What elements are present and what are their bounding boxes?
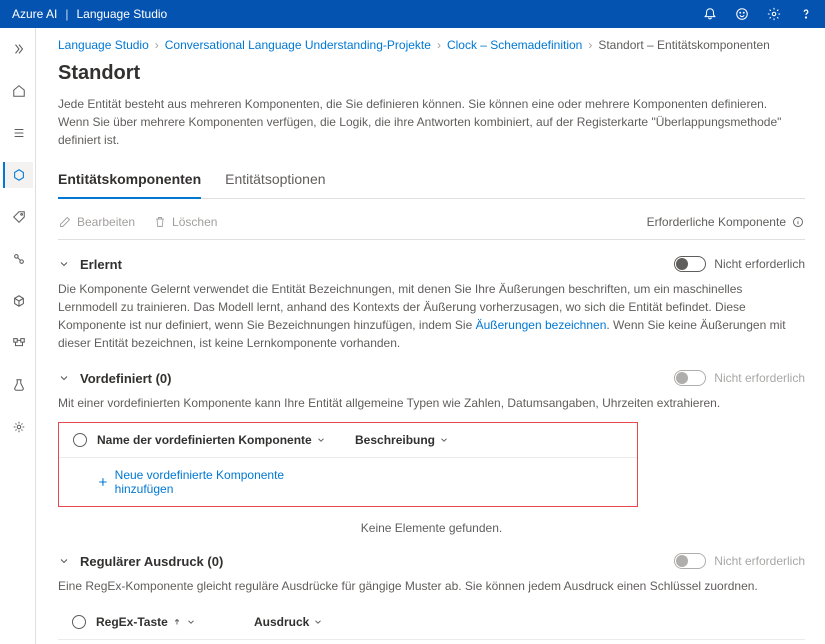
settings-gear-icon[interactable]	[767, 7, 781, 21]
required-label: Erforderliche Komponente	[647, 215, 786, 229]
chevron-down-icon[interactable]	[58, 555, 70, 567]
regex-table-header: RegEx-Taste Ausdruck	[58, 605, 805, 640]
sort-up-icon	[172, 617, 182, 627]
plus-icon	[97, 476, 109, 488]
brand-product: Language Studio	[76, 7, 167, 21]
section-predefined-title: Vordefiniert (0)	[80, 371, 172, 386]
col-regex-key-header[interactable]: RegEx-Taste	[96, 615, 196, 629]
breadcrumb-link[interactable]: Language Studio	[58, 38, 149, 52]
learned-toggle-label: Nicht erforderlich	[714, 257, 805, 271]
section-learned-title: Erlernt	[80, 257, 122, 272]
chevron-down-icon	[313, 617, 323, 627]
learned-required-toggle[interactable]	[674, 256, 706, 272]
delete-button[interactable]: Löschen	[153, 215, 217, 229]
predefined-table-header: Name der vordefinierten Komponente Besch…	[59, 423, 637, 458]
help-icon[interactable]	[799, 7, 813, 21]
section-predefined: Vordefiniert (0) Nicht erforderlich Mit …	[58, 366, 805, 535]
nav-test-icon[interactable]	[3, 372, 33, 398]
section-regex: Regulärer Ausdruck (0) Nicht erforderlic…	[58, 549, 805, 644]
nav-schema-icon[interactable]	[3, 162, 33, 188]
breadcrumb-link[interactable]: Conversational Language Understanding-Pr…	[165, 38, 431, 52]
section-regex-body: Eine RegEx-Komponente gleicht reguläre A…	[58, 577, 798, 595]
delete-label: Löschen	[172, 215, 217, 229]
select-all-radio[interactable]	[72, 615, 86, 629]
page-title: Standort	[58, 62, 805, 85]
topbar-sep: |	[65, 7, 68, 21]
chevron-down-icon	[186, 617, 196, 627]
col-name-header[interactable]: Name der vordefinierten Komponente	[97, 433, 326, 447]
predef-required-toggle[interactable]	[674, 370, 706, 386]
add-predefined-button[interactable]: Neue vordefinierte Komponente hinzufügen	[97, 468, 343, 496]
chevron-down-icon[interactable]	[58, 372, 70, 384]
chevron-down-icon	[439, 435, 449, 445]
nav-expand-icon[interactable]	[3, 36, 33, 62]
nav-model-icon[interactable]	[3, 288, 33, 314]
breadcrumb: Language Studio› Conversational Language…	[58, 38, 805, 52]
breadcrumb-link[interactable]: Clock – Schemadefinition	[447, 38, 582, 52]
regex-toggle-label: Nicht erforderlich	[714, 554, 805, 568]
section-learned-body: Die Komponente Gelernt verwendet die Ent…	[58, 280, 798, 352]
breadcrumb-current: Standort – Entitätskomponenten	[598, 38, 769, 52]
toolbar: Bearbeiten Löschen Erforderliche Kompone…	[58, 209, 805, 240]
delete-trash-icon	[153, 215, 167, 229]
edit-button[interactable]: Bearbeiten	[58, 215, 135, 229]
chevron-down-icon[interactable]	[58, 258, 70, 270]
section-learned: Erlernt Nicht erforderlich Die Komponent…	[58, 252, 805, 352]
required-component-info: Erforderliche Komponente	[647, 215, 805, 229]
tabs: Entitätskomponenten Entitätsoptionen	[58, 163, 805, 199]
nav-list-icon[interactable]	[3, 120, 33, 146]
select-all-radio[interactable]	[73, 433, 87, 447]
side-nav	[0, 28, 36, 644]
nav-performance-icon[interactable]	[3, 330, 33, 356]
section-predefined-body: Mit einer vordefinierten Komponente kann…	[58, 394, 798, 412]
label-utterances-link[interactable]: Äußerungen bezeichnen	[476, 318, 607, 332]
predefined-empty-message: Keine Elemente gefunden.	[58, 521, 805, 535]
predefined-highlight-box: Name der vordefinierten Komponente Besch…	[58, 422, 638, 507]
brand-azure: Azure AI	[12, 7, 57, 21]
notification-bell-icon[interactable]	[703, 7, 717, 21]
regex-required-toggle[interactable]	[674, 553, 706, 569]
predef-toggle-label: Nicht erforderlich	[714, 371, 805, 385]
page-description: Jede Entität besteht aus mehreren Kompon…	[58, 95, 798, 149]
nav-train-icon[interactable]	[3, 246, 33, 272]
col-desc-header[interactable]: Beschreibung	[355, 433, 449, 447]
nav-deploy-gear-icon[interactable]	[3, 414, 33, 440]
edit-label: Bearbeiten	[77, 215, 135, 229]
feedback-smile-icon[interactable]	[735, 7, 749, 21]
tab-entity-components[interactable]: Entitätskomponenten	[58, 163, 201, 199]
topbar: Azure AI | Language Studio	[0, 0, 825, 28]
main-content: Language Studio› Conversational Language…	[36, 28, 825, 644]
info-icon[interactable]	[791, 215, 805, 229]
nav-tag-icon[interactable]	[3, 204, 33, 230]
chevron-down-icon	[316, 435, 326, 445]
nav-home-icon[interactable]	[3, 78, 33, 104]
col-expression-header[interactable]: Ausdruck	[254, 615, 323, 629]
section-regex-title: Regulärer Ausdruck (0)	[80, 554, 223, 569]
edit-pencil-icon	[58, 215, 72, 229]
tab-entity-options[interactable]: Entitätsoptionen	[225, 163, 325, 198]
